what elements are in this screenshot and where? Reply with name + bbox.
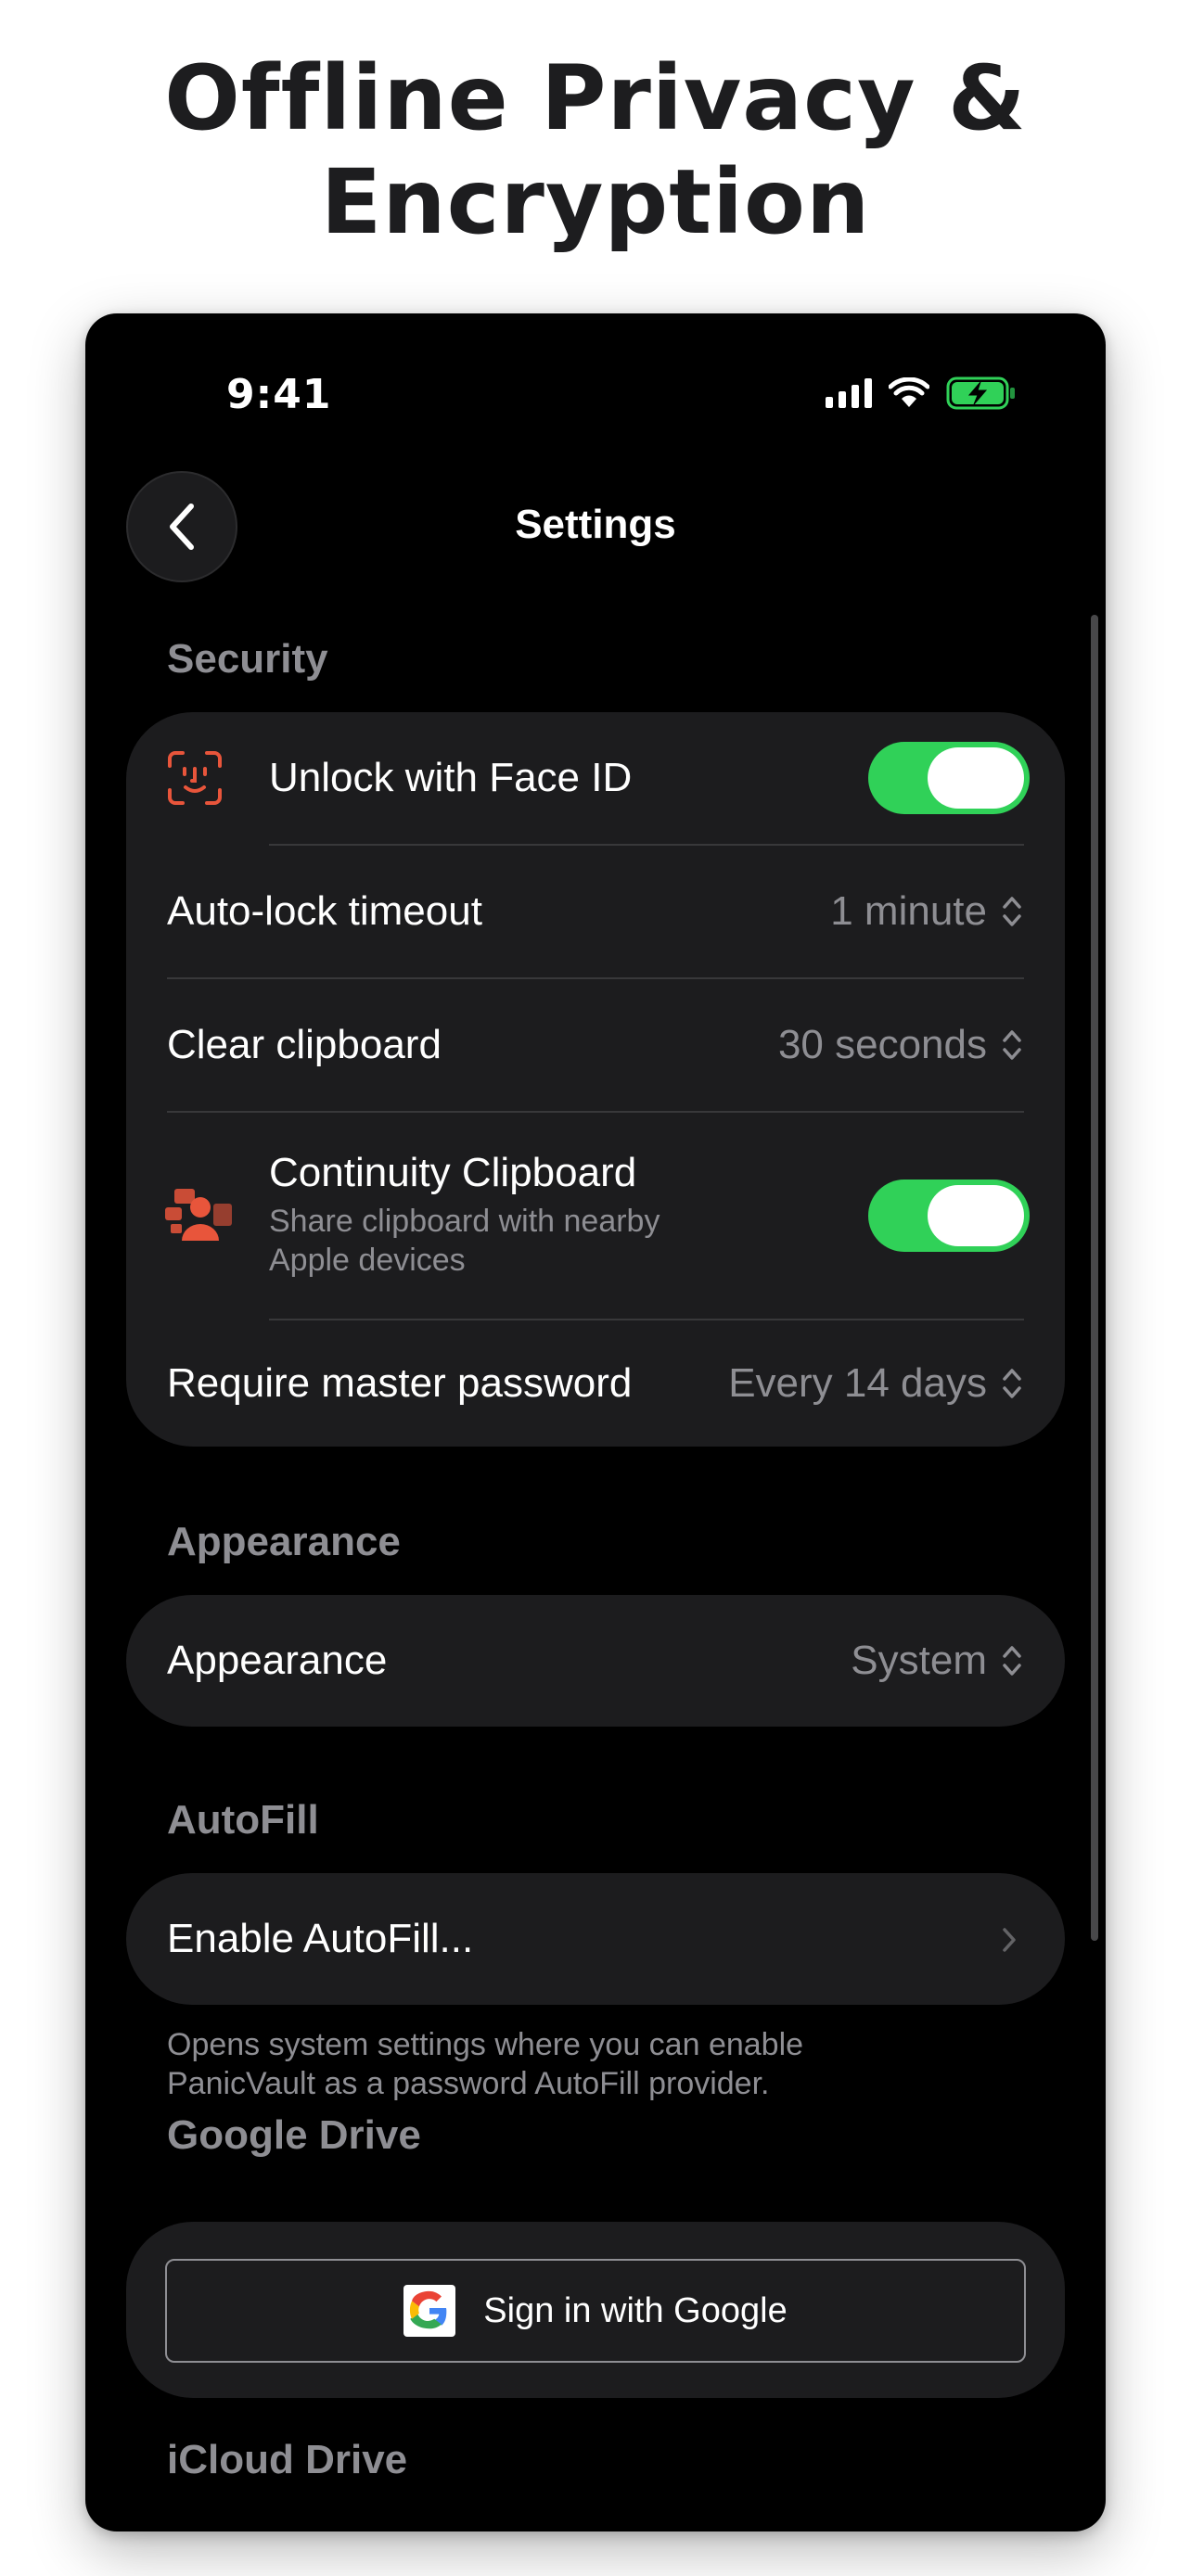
security-card: Unlock with Face ID Auto-lock timeout 1 … bbox=[126, 712, 1065, 1447]
appearance-row[interactable]: Appearance System bbox=[126, 1595, 1065, 1727]
continuity-people-icon bbox=[165, 1189, 232, 1241]
sign-in-with-google-button[interactable]: Sign in with Google bbox=[165, 2259, 1026, 2363]
face-id-row[interactable]: Unlock with Face ID bbox=[126, 712, 1065, 844]
section-header-security: Security bbox=[167, 636, 328, 682]
appearance-card: Appearance System bbox=[126, 1595, 1065, 1727]
headline-line-1: Offline Privacy & bbox=[164, 46, 1027, 150]
chevron-up-down-icon bbox=[1003, 1369, 1021, 1398]
continuity-toggle[interactable] bbox=[868, 1180, 1030, 1252]
phone-screen: 9:41 Settings Security Unlock with Face … bbox=[85, 313, 1106, 2531]
appearance-value[interactable]: System bbox=[851, 1638, 1024, 1684]
battery-charging-icon bbox=[946, 376, 1015, 410]
continuity-clipboard-row[interactable]: Continuity Clipboard Share clipboard wit… bbox=[126, 1113, 1065, 1319]
wifi-icon bbox=[889, 377, 929, 407]
section-header-google-drive: Google Drive bbox=[167, 2112, 421, 2158]
master-password-row[interactable]: Require master password Every 14 days bbox=[126, 1320, 1065, 1447]
enable-autofill-label: Enable AutoFill... bbox=[167, 1916, 474, 1961]
chevron-right-icon bbox=[1003, 1928, 1016, 1952]
appearance-label: Appearance bbox=[167, 1638, 388, 1683]
page-headline: Offline Privacy & Encryption bbox=[0, 46, 1191, 254]
cellular-signal-icon bbox=[826, 378, 872, 408]
google-drive-card: Sign in with Google bbox=[126, 2222, 1065, 2398]
scrollbar[interactable] bbox=[1091, 615, 1098, 1941]
status-icons bbox=[826, 376, 1017, 410]
clear-clipboard-value-text: 30 seconds bbox=[777, 1022, 987, 1067]
continuity-sub-2: Apple devices bbox=[269, 1243, 466, 1278]
clear-clipboard-value[interactable]: 30 seconds bbox=[778, 1022, 1024, 1068]
continuity-sub-1: Share clipboard with nearby bbox=[269, 1204, 660, 1239]
autofill-footnote: Opens system settings where you can enab… bbox=[167, 2025, 1020, 2103]
section-header-appearance: Appearance bbox=[167, 1519, 401, 1564]
section-header-icloud-drive: iCloud Drive bbox=[167, 2437, 408, 2482]
chevron-up-down-icon bbox=[1003, 1030, 1021, 1060]
section-header-autofill: AutoFill bbox=[167, 1797, 319, 1843]
nav-title: Settings bbox=[515, 502, 676, 547]
autofill-note-1: Opens system settings where you can enab… bbox=[167, 2027, 804, 2062]
master-password-value[interactable]: Every 14 days bbox=[728, 1360, 1024, 1407]
clear-clipboard-label: Clear clipboard bbox=[167, 1022, 442, 1067]
continuity-label: Continuity Clipboard bbox=[269, 1150, 637, 1195]
face-id-toggle[interactable] bbox=[868, 742, 1030, 814]
master-password-label: Require master password bbox=[167, 1360, 633, 1406]
auto-lock-label: Auto-lock timeout bbox=[167, 888, 482, 934]
face-id-label: Unlock with Face ID bbox=[269, 755, 633, 800]
appearance-value-text: System bbox=[851, 1638, 987, 1683]
autofill-note-2: PanicVault as a password AutoFill provid… bbox=[167, 2066, 770, 2101]
sign-in-with-google-label: Sign in with Google bbox=[483, 2290, 788, 2330]
status-time: 9:41 bbox=[226, 371, 332, 418]
google-logo-icon bbox=[403, 2285, 456, 2337]
headline-line-2: Encryption bbox=[320, 150, 871, 254]
face-id-icon bbox=[168, 751, 222, 805]
auto-lock-row[interactable]: Auto-lock timeout 1 minute bbox=[126, 846, 1065, 977]
chevron-up-down-icon bbox=[1003, 1646, 1021, 1676]
chevron-up-down-icon bbox=[1003, 897, 1021, 926]
master-password-value-text: Every 14 days bbox=[728, 1360, 987, 1406]
autofill-card: Enable AutoFill... bbox=[126, 1873, 1065, 2005]
continuity-text: Continuity Clipboard Share clipboard wit… bbox=[269, 1150, 660, 1280]
enable-autofill-row[interactable]: Enable AutoFill... bbox=[126, 1873, 1065, 2005]
auto-lock-value[interactable]: 1 minute bbox=[830, 888, 1024, 935]
auto-lock-value-text: 1 minute bbox=[830, 888, 987, 934]
clear-clipboard-row[interactable]: Clear clipboard 30 seconds bbox=[126, 979, 1065, 1111]
